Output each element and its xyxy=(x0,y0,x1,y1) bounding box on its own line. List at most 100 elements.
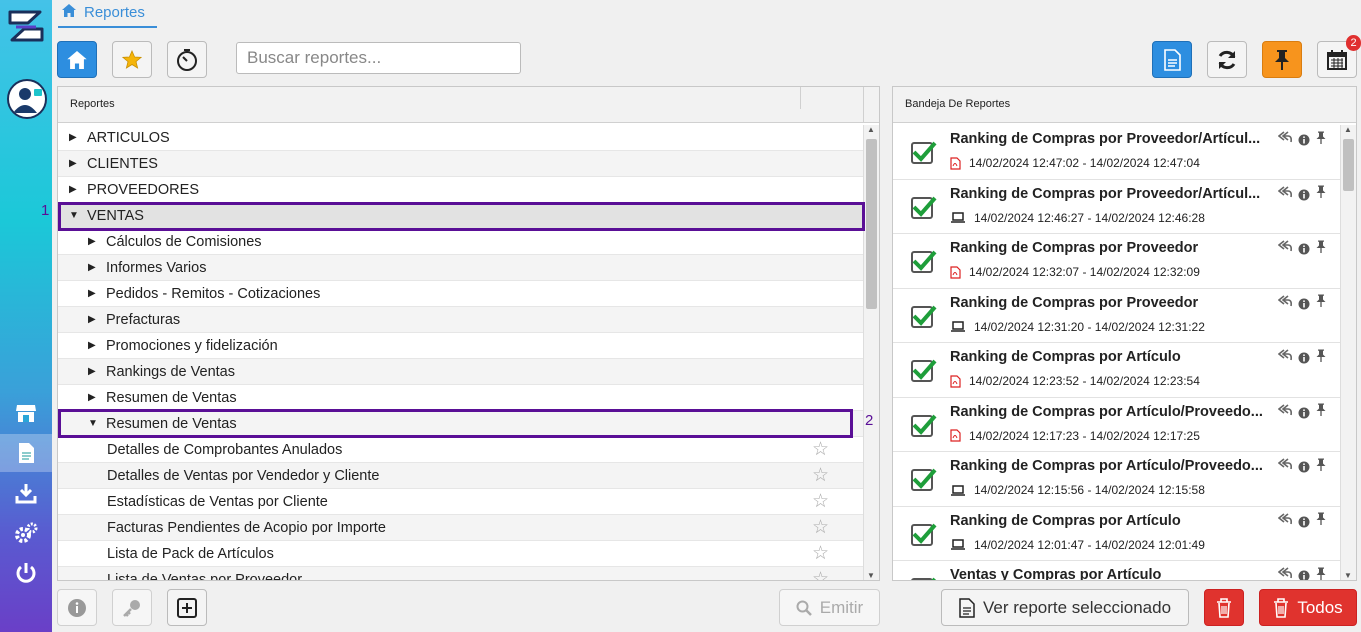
history-button[interactable] xyxy=(167,41,207,78)
tray-item[interactable]: Ranking de Compras por Artículo 14/02/202… xyxy=(893,343,1340,398)
tray-item[interactable]: Ranking de Compras por Artículo 14/02/202… xyxy=(893,507,1340,561)
tray-item[interactable]: Ranking de Compras por Proveedor 14/02/20… xyxy=(893,234,1340,289)
tree-folder-row[interactable]: ▶ Resumen de Ventas xyxy=(58,385,863,411)
checkbox[interactable] xyxy=(911,250,937,273)
emit-button[interactable]: Emitir xyxy=(779,589,880,626)
reply-all-icon[interactable] xyxy=(1278,512,1292,525)
favorite-star-icon[interactable]: ☆ xyxy=(812,464,829,487)
info-button[interactable] xyxy=(57,589,97,626)
caret-right-icon[interactable]: ▶ xyxy=(69,158,79,169)
reply-all-icon[interactable] xyxy=(1278,240,1292,252)
search-input[interactable] xyxy=(236,42,521,74)
download-nav-icon[interactable] xyxy=(0,474,52,512)
reply-all-icon[interactable] xyxy=(1278,349,1292,361)
tray-item[interactable]: Ranking de Compras por Proveedor/Artícul… xyxy=(893,180,1340,234)
pin-icon[interactable] xyxy=(1316,131,1326,144)
power-nav-icon[interactable] xyxy=(0,554,52,592)
info-icon[interactable] xyxy=(1298,352,1310,364)
home-button[interactable] xyxy=(57,41,97,78)
tree-folder-row[interactable]: ▶ CLIENTES xyxy=(58,151,863,177)
caret-right-icon[interactable]: ▶ xyxy=(69,132,79,143)
tree-scrollbar-thumb[interactable] xyxy=(866,139,877,309)
tree-folder-row[interactable]: ▶ Pedidos - Remitos - Cotizaciones xyxy=(58,281,863,307)
delete-button[interactable] xyxy=(1204,589,1244,626)
key-button[interactable] xyxy=(112,589,152,626)
info-icon[interactable] xyxy=(1298,407,1310,419)
pin-icon[interactable] xyxy=(1316,403,1326,416)
tray-item[interactable]: Ranking de Compras por Proveedor/Artícul… xyxy=(893,125,1340,180)
caret-right-icon[interactable]: ▶ xyxy=(69,184,79,195)
checkbox[interactable] xyxy=(911,577,937,580)
info-icon[interactable] xyxy=(1298,189,1310,201)
info-icon[interactable] xyxy=(1298,134,1310,146)
favorite-star-icon[interactable]: ☆ xyxy=(812,438,829,461)
checkbox[interactable] xyxy=(911,523,937,546)
refresh-button[interactable] xyxy=(1207,41,1247,78)
favorite-star-icon[interactable]: ☆ xyxy=(812,568,829,580)
app-logo[interactable] xyxy=(6,6,46,46)
tree-folder-row[interactable]: ▶ Rankings de Ventas xyxy=(58,359,863,385)
tree-folder-row[interactable]: ▼ Resumen de Ventas xyxy=(58,411,863,437)
tree-folder-row[interactable]: ▼ VENTAS xyxy=(58,203,863,229)
caret-right-icon[interactable]: ▶ xyxy=(88,262,98,273)
settings-nav-icon[interactable] xyxy=(0,514,52,552)
info-icon[interactable] xyxy=(1298,298,1310,310)
caret-right-icon[interactable]: ▶ xyxy=(88,340,98,351)
favorites-button[interactable] xyxy=(112,41,152,78)
tree-folder-row[interactable]: ▶ ARTICULOS xyxy=(58,125,863,151)
tray-scrollbar[interactable]: ▲ ▼ xyxy=(1340,125,1356,580)
pin-icon[interactable] xyxy=(1316,185,1326,198)
tree-folder-row[interactable]: ▶ PROVEEDORES xyxy=(58,177,863,203)
reply-all-icon[interactable] xyxy=(1278,294,1292,307)
report-item[interactable]: Detalles de Comprobantes Anulados ☆ xyxy=(58,437,863,463)
tray-item[interactable]: Ranking de Compras por Artículo/Proveedo… xyxy=(893,398,1340,452)
reply-all-icon[interactable] xyxy=(1278,131,1292,143)
store-nav-icon[interactable] xyxy=(0,394,52,432)
tree-folder-row[interactable]: ▶ Prefacturas xyxy=(58,307,863,333)
report-view-button[interactable] xyxy=(1152,41,1192,78)
checkbox[interactable] xyxy=(911,305,937,328)
caret-down-icon[interactable]: ▼ xyxy=(88,418,98,429)
info-icon[interactable] xyxy=(1298,243,1310,255)
view-selected-report-button[interactable]: Ver reporte seleccionado xyxy=(941,589,1189,626)
info-icon[interactable] xyxy=(1298,570,1310,580)
tree-folder-row[interactable]: ▶ Cálculos de Comisiones xyxy=(58,229,863,255)
checkbox[interactable] xyxy=(911,359,937,382)
reports-nav-icon[interactable] xyxy=(0,434,52,472)
favorite-star-icon[interactable]: ☆ xyxy=(812,490,829,513)
tray-item[interactable]: Ranking de Compras por Artículo/Proveedo… xyxy=(893,452,1340,507)
report-item[interactable]: Detalles de Ventas por Vendedor y Client… xyxy=(58,463,863,489)
reply-all-icon[interactable] xyxy=(1278,185,1292,198)
reply-all-icon[interactable] xyxy=(1278,458,1292,470)
report-item[interactable]: Lista de Ventas por Proveedor ☆ xyxy=(58,567,863,580)
info-icon[interactable] xyxy=(1298,461,1310,473)
report-item[interactable]: Estadísticas de Ventas por Cliente ☆ xyxy=(58,489,863,515)
pin-icon[interactable] xyxy=(1316,567,1326,580)
reply-all-icon[interactable] xyxy=(1278,567,1292,579)
caret-down-icon[interactable]: ▼ xyxy=(69,210,79,221)
caret-right-icon[interactable]: ▶ xyxy=(88,392,98,403)
tray-item[interactable]: Ranking de Compras por Proveedor 14/02/20… xyxy=(893,289,1340,343)
caret-right-icon[interactable]: ▶ xyxy=(88,314,98,325)
favorite-star-icon[interactable]: ☆ xyxy=(812,542,829,565)
tree-scrollbar[interactable]: ▲ ▼ xyxy=(863,125,879,580)
checkbox[interactable] xyxy=(911,468,937,491)
report-item[interactable]: Facturas Pendientes de Acopio por Import… xyxy=(58,515,863,541)
pin-icon[interactable] xyxy=(1316,458,1326,471)
caret-right-icon[interactable]: ▶ xyxy=(88,236,98,247)
reply-all-icon[interactable] xyxy=(1278,403,1292,416)
caret-right-icon[interactable]: ▶ xyxy=(88,288,98,299)
user-avatar[interactable] xyxy=(7,79,47,119)
calendar-button[interactable]: 2 xyxy=(1317,35,1361,78)
favorite-star-icon[interactable]: ☆ xyxy=(812,516,829,539)
report-item[interactable]: Lista de Pack de Artículos ☆ xyxy=(58,541,863,567)
add-button[interactable] xyxy=(167,589,207,626)
tray-scrollbar-thumb[interactable] xyxy=(1343,139,1354,191)
caret-right-icon[interactable]: ▶ xyxy=(88,366,98,377)
breadcrumb[interactable]: Reportes xyxy=(58,0,157,30)
checkbox[interactable] xyxy=(911,414,937,437)
pin-icon[interactable] xyxy=(1316,512,1326,525)
info-icon[interactable] xyxy=(1298,516,1310,528)
pin-icon[interactable] xyxy=(1316,294,1326,307)
pin-icon[interactable] xyxy=(1316,349,1326,362)
